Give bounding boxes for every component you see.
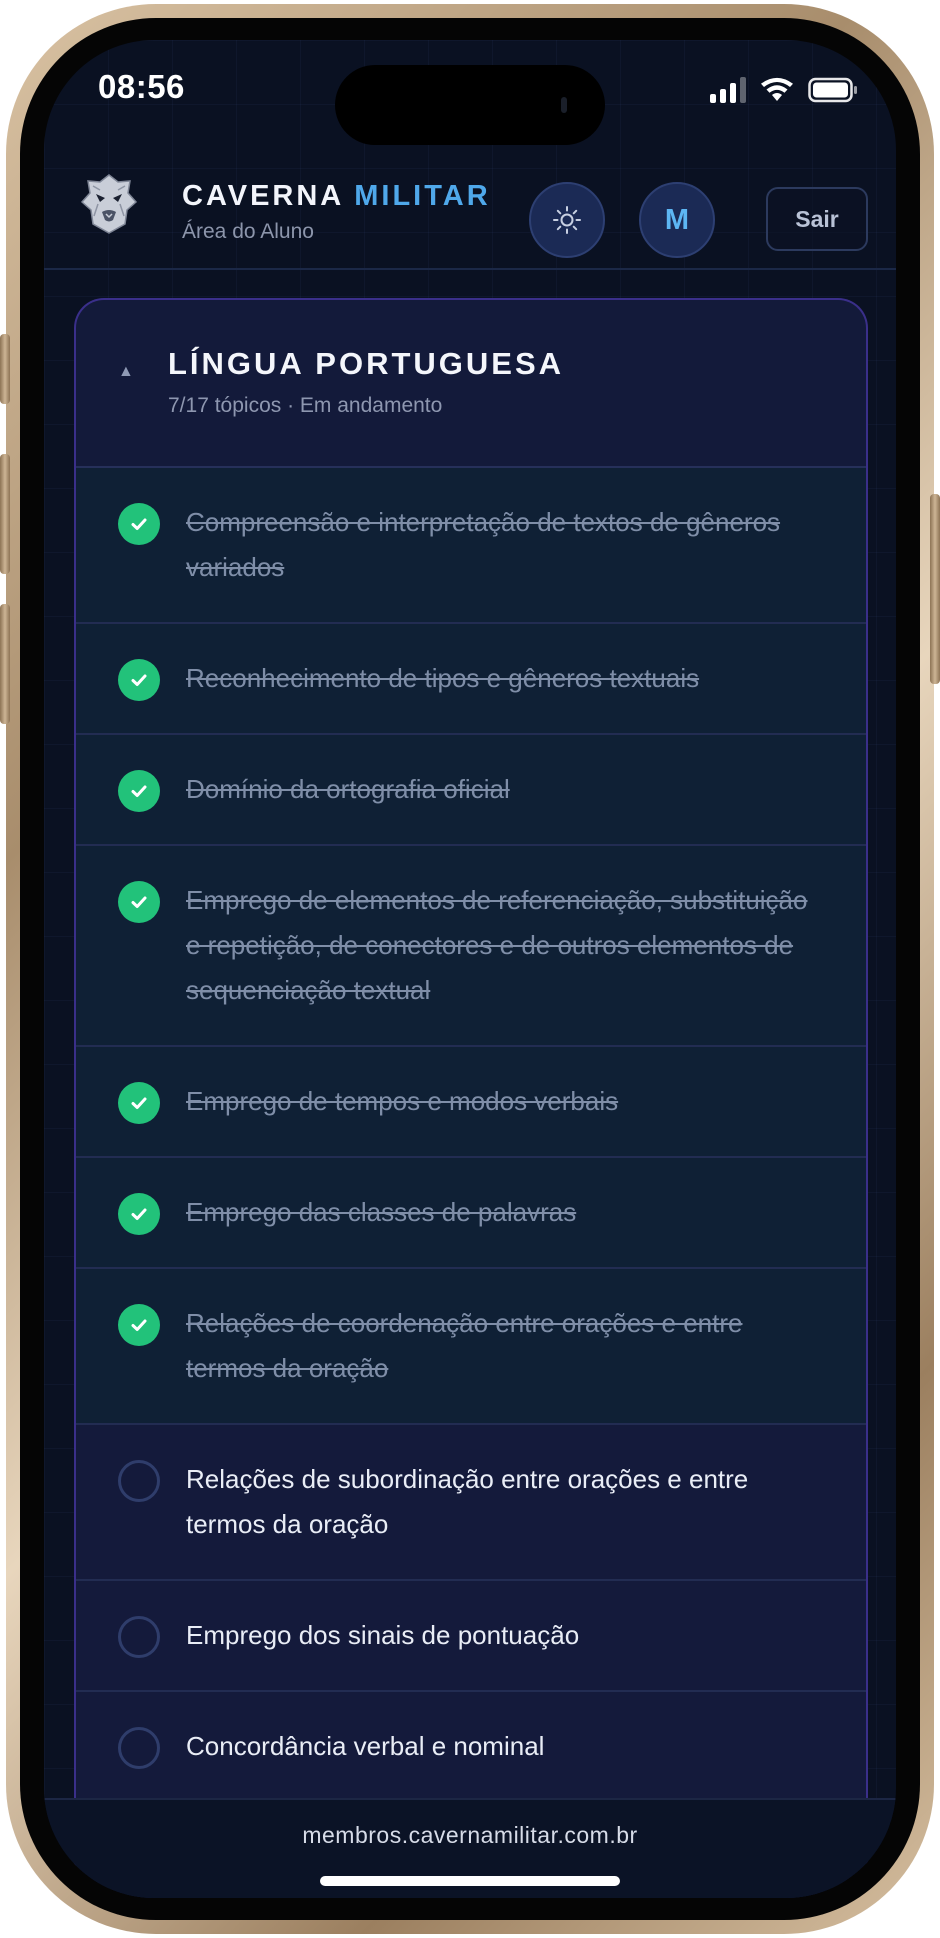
checked-circle-icon[interactable] xyxy=(118,659,160,701)
topic-item[interactable]: Reconhecimento de tipos e gêneros textua… xyxy=(76,624,866,735)
wifi-icon xyxy=(761,77,793,101)
url-text: membros.cavernamilitar.com.br xyxy=(302,1822,638,1848)
checked-circle-icon[interactable] xyxy=(118,1193,160,1235)
topic-label: Emprego das classes de palavras xyxy=(186,1197,577,1227)
status-icons xyxy=(710,70,858,110)
home-indicator[interactable] xyxy=(320,1876,620,1886)
logout-button[interactable]: Sair xyxy=(766,187,868,251)
subject-progress: 7/17 tópicos · Em andamento xyxy=(168,394,443,417)
topic-list: Compreensão e interpretação de textos de… xyxy=(76,468,866,1803)
topic-label: Compreensão e interpretação de textos de… xyxy=(186,507,781,582)
checked-circle-icon[interactable] xyxy=(118,1082,160,1124)
topic-label: Concordância verbal e nominal xyxy=(186,1731,545,1761)
checked-circle-icon[interactable] xyxy=(118,503,160,545)
topic-item[interactable]: Relações de coordenação entre orações e … xyxy=(76,1269,866,1425)
topic-item[interactable]: Emprego das classes de palavras xyxy=(76,1158,866,1269)
topic-item[interactable]: Compreensão e interpretação de textos de… xyxy=(76,468,866,624)
checked-circle-icon[interactable] xyxy=(118,1304,160,1346)
lion-logo-icon[interactable] xyxy=(78,172,140,236)
subject-title: LÍNGUA PORTUGUESA xyxy=(168,346,565,381)
checked-circle-icon[interactable] xyxy=(118,881,160,923)
header-subtitle: Área do Aluno xyxy=(182,220,314,243)
topic-item[interactable]: Relações de subordinação entre orações e… xyxy=(76,1425,866,1581)
subject-card-header[interactable]: ▲ LÍNGUA PORTUGUESA 7/17 tópicos · Em an… xyxy=(76,300,866,468)
screen: 08:56 CAVERNA MILITAR Área do Aluno M Sa… xyxy=(44,40,896,1898)
unchecked-circle-icon[interactable] xyxy=(118,1727,160,1769)
cellular-signal-icon xyxy=(710,77,746,103)
sun-icon xyxy=(553,206,581,234)
camera-icon xyxy=(561,97,567,113)
unchecked-circle-icon[interactable] xyxy=(118,1460,160,1502)
topic-label: Reconhecimento de tipos e gêneros textua… xyxy=(186,663,700,693)
topic-label: Relações de coordenação entre orações e … xyxy=(186,1308,743,1383)
avatar-button[interactable]: M xyxy=(639,182,715,258)
subject-card: ▲ LÍNGUA PORTUGUESA 7/17 tópicos · Em an… xyxy=(74,298,868,1898)
status-time: 08:56 xyxy=(98,68,185,105)
topic-item[interactable]: Domínio da ortografia oficial xyxy=(76,735,866,846)
battery-icon xyxy=(808,77,857,103)
topic-label: Emprego dos sinais de pontuação xyxy=(186,1620,580,1650)
status-bar: 08:56 xyxy=(44,40,896,150)
topic-label: Emprego de tempos e modos verbais xyxy=(186,1086,619,1116)
brand-name-part2: MILITAR xyxy=(354,180,491,212)
topic-label: Domínio da ortografia oficial xyxy=(186,774,510,804)
topic-label: Relações de subordinação entre orações e… xyxy=(186,1464,749,1539)
power-button xyxy=(930,494,940,684)
action-button xyxy=(0,334,10,404)
theme-toggle-button[interactable] xyxy=(529,182,605,258)
unchecked-circle-icon[interactable] xyxy=(118,1616,160,1658)
topic-item[interactable]: Concordância verbal e nominal xyxy=(76,1692,866,1803)
brand-name: CAVERNA MILITAR xyxy=(182,180,491,213)
volume-down-button xyxy=(0,604,10,724)
dynamic-island xyxy=(335,65,605,145)
brand-name-part1: CAVERNA xyxy=(182,180,344,212)
volume-up-button xyxy=(0,454,10,574)
app-header: CAVERNA MILITAR Área do Aluno M Sair xyxy=(44,150,896,270)
topic-label: Emprego de elementos de referenciação, s… xyxy=(186,885,808,1005)
topic-item[interactable]: Emprego dos sinais de pontuação xyxy=(76,1581,866,1692)
collapse-caret-icon[interactable]: ▲ xyxy=(118,363,134,381)
topic-item[interactable]: Emprego de tempos e modos verbais xyxy=(76,1047,866,1158)
browser-url-bar[interactable]: membros.cavernamilitar.com.br xyxy=(44,1798,896,1898)
topic-item[interactable]: Emprego de elementos de referenciação, s… xyxy=(76,846,866,1047)
checked-circle-icon[interactable] xyxy=(118,770,160,812)
avatar-initial: M xyxy=(664,203,690,236)
